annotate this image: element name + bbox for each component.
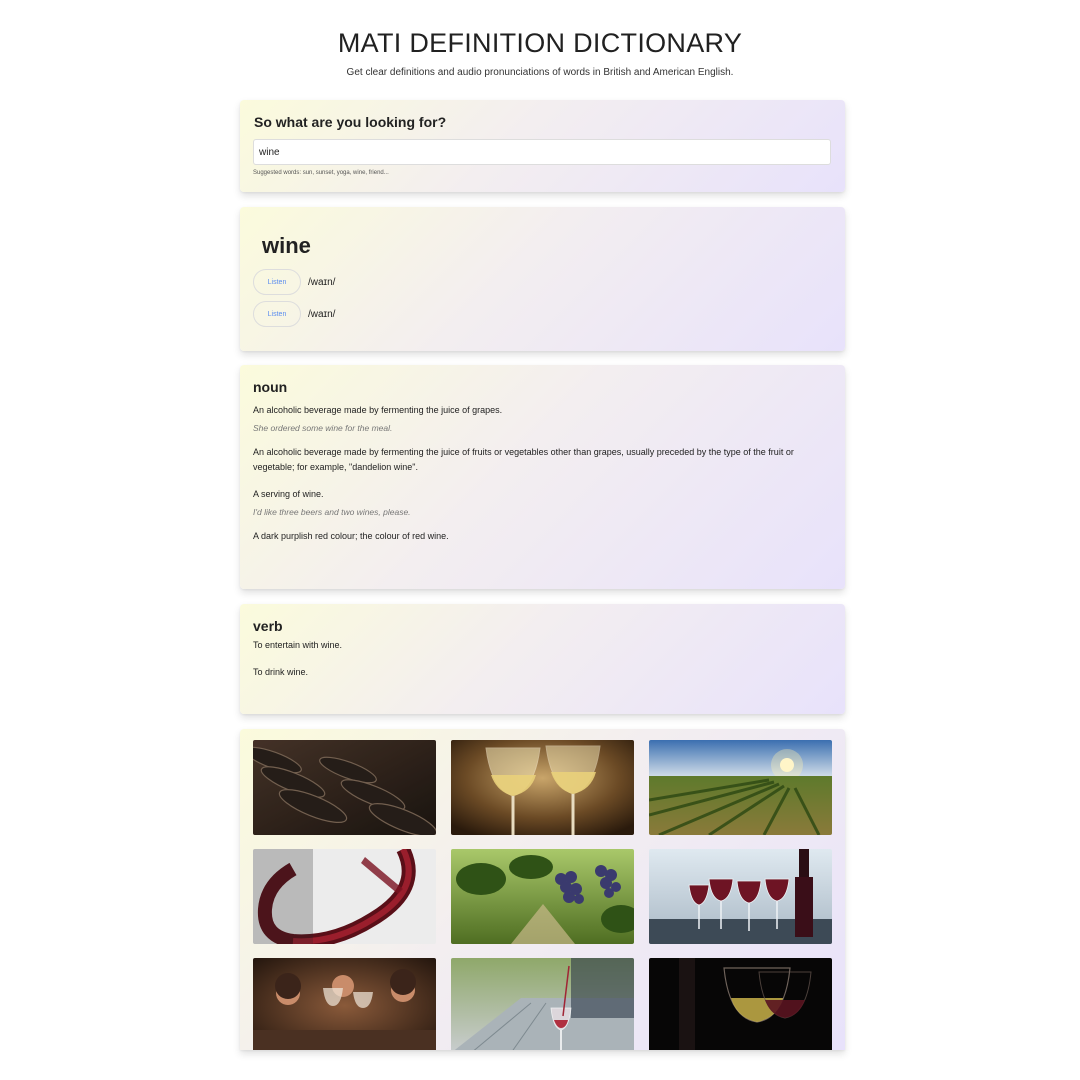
- definition-text: A dark purplish red colour; the colour o…: [253, 531, 449, 541]
- phonetic-text: /waɪn/: [308, 276, 336, 288]
- wine-bottles-photo: [253, 740, 436, 835]
- red-wine-pour-photo: [253, 849, 436, 944]
- wine-pouring-outdoor-photo: [451, 958, 634, 1050]
- definition-text: To entertain with wine.: [253, 640, 343, 650]
- vineyard-sunset-photo: [649, 740, 832, 835]
- search-input[interactable]: [253, 139, 831, 165]
- definition-item: A serving of wine. I'd like three beers …: [253, 487, 832, 517]
- definition-text: To drink wine.: [253, 667, 309, 677]
- definition-item: An alcoholic beverage made by fermenting…: [253, 403, 832, 433]
- definition-text: An alcoholic beverage made by fermenting…: [253, 405, 503, 415]
- noun-card: noun An alcoholic beverage made by ferme…: [240, 365, 845, 589]
- definition-example: She ordered some wine for the meal.: [253, 423, 393, 433]
- word-heading: wine: [262, 233, 311, 258]
- definition-text: An alcoholic beverage made by fermenting…: [253, 447, 794, 472]
- search-question: So what are you looking for?: [254, 114, 447, 130]
- definition-item: To drink wine.: [253, 665, 832, 680]
- definition-item: To entertain with wine.: [253, 638, 832, 653]
- listen-button[interactable]: Listen: [253, 269, 301, 295]
- definition-text: A serving of wine.: [253, 489, 324, 499]
- definition-item: An alcoholic beverage made by fermenting…: [253, 445, 832, 475]
- part-of-speech-heading: verb: [253, 618, 283, 634]
- word-card: wine Listen /waɪn/ Listen /waɪn/: [240, 207, 845, 351]
- suggested-words: Suggested words: sun, sunset, yoga, wine…: [253, 170, 389, 176]
- page: MATI DEFINITION DICTIONARY Get clear def…: [0, 0, 1080, 1080]
- friends-toasting-photo: [253, 958, 436, 1050]
- part-of-speech-heading: noun: [253, 379, 288, 395]
- grape-vines-photo: [451, 849, 634, 944]
- white-wine-glasses-photo: [451, 740, 634, 835]
- image-gallery: [240, 729, 845, 1050]
- listen-button[interactable]: Listen: [253, 301, 301, 327]
- page-subtitle: Get clear definitions and audio pronunci…: [346, 67, 734, 78]
- definition-example: I'd like three beers and two wines, plea…: [253, 507, 411, 517]
- pronunciation-row: Listen /waɪn/: [253, 301, 335, 327]
- red-wine-glasses-table-photo: [649, 849, 832, 944]
- pronunciation-row: Listen /waɪn/: [253, 269, 335, 295]
- phonetic-text: /waɪn/: [308, 308, 336, 320]
- verb-card: verb To entertain with wine. To drink wi…: [240, 604, 845, 714]
- wine-glasses-dark-photo: [649, 958, 832, 1050]
- page-title: MATI DEFINITION DICTIONARY: [337, 28, 743, 58]
- definition-item: A dark purplish red colour; the colour o…: [253, 529, 832, 544]
- search-card: So what are you looking for? Suggested w…: [240, 100, 845, 192]
